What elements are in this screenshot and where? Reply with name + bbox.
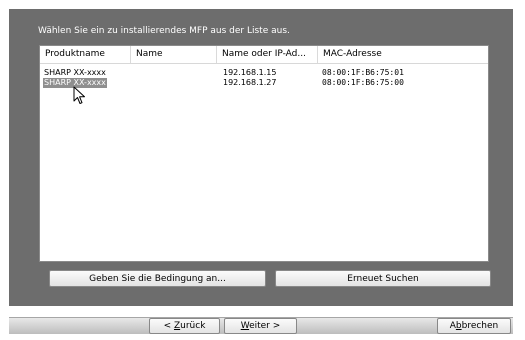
mouse-pointer-icon bbox=[73, 86, 85, 104]
specify-condition-button[interactable]: Geben Sie die Bedingung an... bbox=[49, 270, 266, 287]
instruction-text: Wählen Sie ein zu installierendes MFP au… bbox=[38, 26, 290, 36]
search-again-button[interactable]: Erneuet Suchen bbox=[275, 270, 491, 287]
next-button[interactable]: Weiter > bbox=[224, 318, 297, 334]
row-product-name: SHARP XX-xxxx bbox=[44, 68, 106, 77]
column-header-name[interactable]: Name bbox=[131, 46, 217, 63]
column-header-product-name[interactable]: Produktname bbox=[40, 46, 131, 63]
row-ip-address: 192.168.1.15 bbox=[223, 68, 277, 77]
row-mac-address: 08:00:1F:B6:75:00 bbox=[322, 78, 404, 87]
row-mac-address: 08:00:1F:B6:75:01 bbox=[322, 68, 404, 77]
list-header: Produktname Name Name oder IP-Ad... MAC-… bbox=[40, 46, 488, 64]
next-label-rest: eiter > bbox=[249, 321, 281, 331]
cancel-label-rest: brechen bbox=[461, 321, 499, 331]
back-button[interactable]: < Zurück bbox=[149, 318, 220, 334]
back-label-rest: urück bbox=[180, 321, 206, 331]
column-header-mac-address[interactable]: MAC-Adresse bbox=[318, 46, 418, 63]
cancel-button[interactable]: Abbrechen bbox=[437, 318, 511, 334]
list-row[interactable]: SHARP XX-xxxx 192.168.1.15 08:00:1F:B6:7… bbox=[40, 68, 488, 78]
next-accesskey: W bbox=[240, 321, 250, 331]
back-prefix: < bbox=[163, 321, 174, 331]
list-row-selected[interactable]: SHARP XX-xxxx 192.168.1.27 08:00:1F:B6:7… bbox=[40, 78, 488, 88]
mfp-list[interactable]: Produktname Name Name oder IP-Ad... MAC-… bbox=[39, 45, 489, 262]
column-header-ip-address[interactable]: Name oder IP-Ad... bbox=[217, 46, 318, 63]
row-ip-address: 192.168.1.27 bbox=[223, 78, 277, 87]
